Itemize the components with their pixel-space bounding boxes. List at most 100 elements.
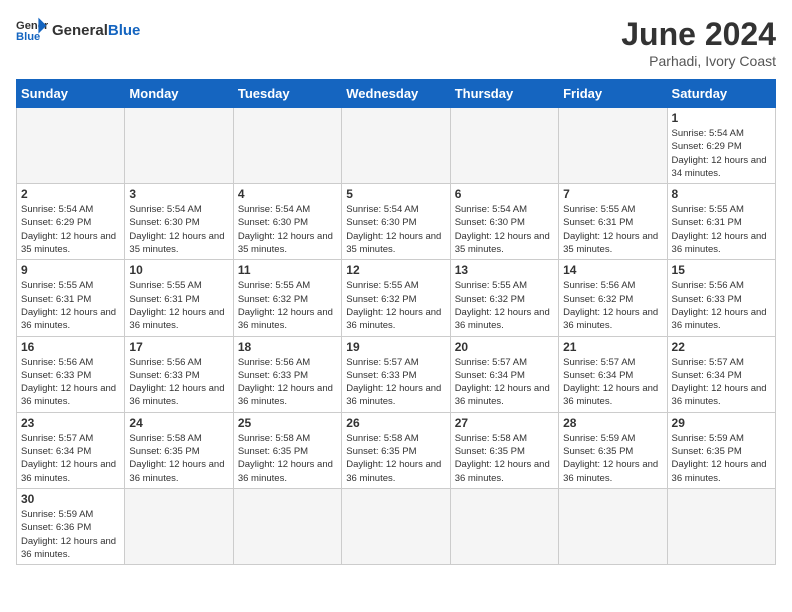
day-info: Sunrise: 5:57 AM Sunset: 6:33 PM Dayligh… <box>346 356 445 409</box>
month-title: June 2024 <box>621 16 776 53</box>
calendar-week-5: 23Sunrise: 5:57 AM Sunset: 6:34 PM Dayli… <box>17 412 776 488</box>
day-number: 20 <box>455 340 554 354</box>
calendar-cell <box>450 108 558 184</box>
calendar-cell <box>342 488 450 564</box>
day-number: 4 <box>238 187 337 201</box>
day-info: Sunrise: 5:54 AM Sunset: 6:30 PM Dayligh… <box>238 203 337 256</box>
day-info: Sunrise: 5:55 AM Sunset: 6:32 PM Dayligh… <box>346 279 445 332</box>
calendar-cell: 23Sunrise: 5:57 AM Sunset: 6:34 PM Dayli… <box>17 412 125 488</box>
calendar-cell <box>559 488 667 564</box>
calendar-cell: 14 Sunrise: 5:56 AM Sunset: 6:32 PM Dayli… <box>559 260 667 336</box>
day-number: 15 <box>672 263 771 277</box>
day-info: Sunrise: 5:56 AM Sunset: 6:33 PM Dayligh… <box>238 356 337 409</box>
day-info: Sunrise: 5:54 AM Sunset: 6:30 PM Dayligh… <box>129 203 228 256</box>
title-area: June 2024 Parhadi, Ivory Coast <box>621 16 776 69</box>
calendar-week-4: 16 Sunrise: 5:56 AM Sunset: 6:33 PM Dayli… <box>17 336 776 412</box>
calendar-cell <box>125 108 233 184</box>
day-number: 23 <box>21 416 120 430</box>
day-info: Sunrise: 5:55 AM Sunset: 6:31 PM Dayligh… <box>563 203 662 256</box>
calendar-cell: 29Sunrise: 5:59 AM Sunset: 6:35 PM Dayli… <box>667 412 775 488</box>
day-header-friday: Friday <box>559 80 667 108</box>
calendar-cell: 17 Sunrise: 5:56 AM Sunset: 6:33 PM Dayli… <box>125 336 233 412</box>
day-info: Sunrise: 5:57 AM Sunset: 6:34 PM Dayligh… <box>563 356 662 409</box>
day-info: Sunrise: 5:55 AM Sunset: 6:31 PM Dayligh… <box>129 279 228 332</box>
day-info: Sunrise: 5:59 AM Sunset: 6:35 PM Dayligh… <box>563 432 662 485</box>
calendar-cell <box>233 488 341 564</box>
day-info: Sunrise: 5:55 AM Sunset: 6:31 PM Dayligh… <box>21 279 120 332</box>
day-number: 8 <box>672 187 771 201</box>
calendar-week-1: 1Sunrise: 5:54 AM Sunset: 6:29 PM Daylig… <box>17 108 776 184</box>
day-info: Sunrise: 5:56 AM Sunset: 6:32 PM Dayligh… <box>563 279 662 332</box>
day-number: 12 <box>346 263 445 277</box>
calendar-week-6: 30Sunrise: 5:59 AM Sunset: 6:36 PM Dayli… <box>17 488 776 564</box>
day-number: 18 <box>238 340 337 354</box>
calendar-cell: 13Sunrise: 5:55 AM Sunset: 6:32 PM Dayli… <box>450 260 558 336</box>
calendar-cell: 8 Sunrise: 5:55 AM Sunset: 6:31 PM Daylig… <box>667 184 775 260</box>
day-number: 17 <box>129 340 228 354</box>
calendar-cell: 2 Sunrise: 5:54 AM Sunset: 6:29 PM Daylig… <box>17 184 125 260</box>
calendar-cell: 11Sunrise: 5:55 AM Sunset: 6:32 PM Dayli… <box>233 260 341 336</box>
calendar-cell: 28Sunrise: 5:59 AM Sunset: 6:35 PM Dayli… <box>559 412 667 488</box>
logo-blue-text: Blue <box>108 22 141 39</box>
logo: General Blue GeneralBlue <box>16 16 140 44</box>
day-info: Sunrise: 5:55 AM Sunset: 6:31 PM Dayligh… <box>672 203 771 256</box>
day-header-sunday: Sunday <box>17 80 125 108</box>
day-info: Sunrise: 5:58 AM Sunset: 6:35 PM Dayligh… <box>346 432 445 485</box>
day-number: 6 <box>455 187 554 201</box>
day-header-wednesday: Wednesday <box>342 80 450 108</box>
calendar-cell: 26 Sunrise: 5:58 AM Sunset: 6:35 PM Dayli… <box>342 412 450 488</box>
calendar-cell: 27Sunrise: 5:58 AM Sunset: 6:35 PM Dayli… <box>450 412 558 488</box>
calendar-cell: 21 Sunrise: 5:57 AM Sunset: 6:34 PM Dayli… <box>559 336 667 412</box>
calendar-cell <box>233 108 341 184</box>
calendar-cell: 3Sunrise: 5:54 AM Sunset: 6:30 PM Daylig… <box>125 184 233 260</box>
calendar-cell <box>450 488 558 564</box>
page-header: General Blue GeneralBlue June 2024 Parha… <box>16 16 776 69</box>
logo-general-text: General <box>52 22 108 39</box>
day-number: 26 <box>346 416 445 430</box>
calendar-cell: 22Sunrise: 5:57 AM Sunset: 6:34 PM Dayli… <box>667 336 775 412</box>
day-info: Sunrise: 5:54 AM Sunset: 6:29 PM Dayligh… <box>672 127 771 180</box>
calendar-cell: 19 Sunrise: 5:57 AM Sunset: 6:33 PM Dayli… <box>342 336 450 412</box>
calendar-cell: 16 Sunrise: 5:56 AM Sunset: 6:33 PM Dayli… <box>17 336 125 412</box>
location-subtitle: Parhadi, Ivory Coast <box>621 53 776 69</box>
day-info: Sunrise: 5:56 AM Sunset: 6:33 PM Dayligh… <box>129 356 228 409</box>
calendar-cell: 24 Sunrise: 5:58 AM Sunset: 6:35 PM Dayli… <box>125 412 233 488</box>
calendar-cell: 9Sunrise: 5:55 AM Sunset: 6:31 PM Daylig… <box>17 260 125 336</box>
day-number: 14 <box>563 263 662 277</box>
day-info: Sunrise: 5:57 AM Sunset: 6:34 PM Dayligh… <box>672 356 771 409</box>
calendar-cell: 5Sunrise: 5:54 AM Sunset: 6:30 PM Daylig… <box>342 184 450 260</box>
day-info: Sunrise: 5:59 AM Sunset: 6:36 PM Dayligh… <box>21 508 120 561</box>
calendar-cell <box>17 108 125 184</box>
day-number: 2 <box>21 187 120 201</box>
day-number: 24 <box>129 416 228 430</box>
calendar-cell: 10 Sunrise: 5:55 AM Sunset: 6:31 PM Dayli… <box>125 260 233 336</box>
day-info: Sunrise: 5:54 AM Sunset: 6:30 PM Dayligh… <box>455 203 554 256</box>
day-number: 11 <box>238 263 337 277</box>
calendar-cell: 1Sunrise: 5:54 AM Sunset: 6:29 PM Daylig… <box>667 108 775 184</box>
day-number: 21 <box>563 340 662 354</box>
day-number: 7 <box>563 187 662 201</box>
calendar-cell <box>559 108 667 184</box>
day-number: 29 <box>672 416 771 430</box>
calendar-cell: 18 Sunrise: 5:56 AM Sunset: 6:33 PM Dayli… <box>233 336 341 412</box>
day-info: Sunrise: 5:55 AM Sunset: 6:32 PM Dayligh… <box>455 279 554 332</box>
calendar-cell: 6 Sunrise: 5:54 AM Sunset: 6:30 PM Daylig… <box>450 184 558 260</box>
day-info: Sunrise: 5:54 AM Sunset: 6:29 PM Dayligh… <box>21 203 120 256</box>
day-info: Sunrise: 5:58 AM Sunset: 6:35 PM Dayligh… <box>455 432 554 485</box>
day-number: 5 <box>346 187 445 201</box>
calendar-cell: 7 Sunrise: 5:55 AM Sunset: 6:31 PM Daylig… <box>559 184 667 260</box>
calendar-cell <box>342 108 450 184</box>
day-number: 16 <box>21 340 120 354</box>
day-info: Sunrise: 5:58 AM Sunset: 6:35 PM Dayligh… <box>129 432 228 485</box>
calendar-cell <box>125 488 233 564</box>
calendar-cell: 15Sunrise: 5:56 AM Sunset: 6:33 PM Dayli… <box>667 260 775 336</box>
calendar-cell <box>667 488 775 564</box>
day-number: 10 <box>129 263 228 277</box>
svg-text:Blue: Blue <box>16 31 40 43</box>
day-info: Sunrise: 5:56 AM Sunset: 6:33 PM Dayligh… <box>21 356 120 409</box>
day-info: Sunrise: 5:58 AM Sunset: 6:35 PM Dayligh… <box>238 432 337 485</box>
calendar-cell: 20Sunrise: 5:57 AM Sunset: 6:34 PM Dayli… <box>450 336 558 412</box>
day-number: 19 <box>346 340 445 354</box>
day-header-saturday: Saturday <box>667 80 775 108</box>
day-header-monday: Monday <box>125 80 233 108</box>
